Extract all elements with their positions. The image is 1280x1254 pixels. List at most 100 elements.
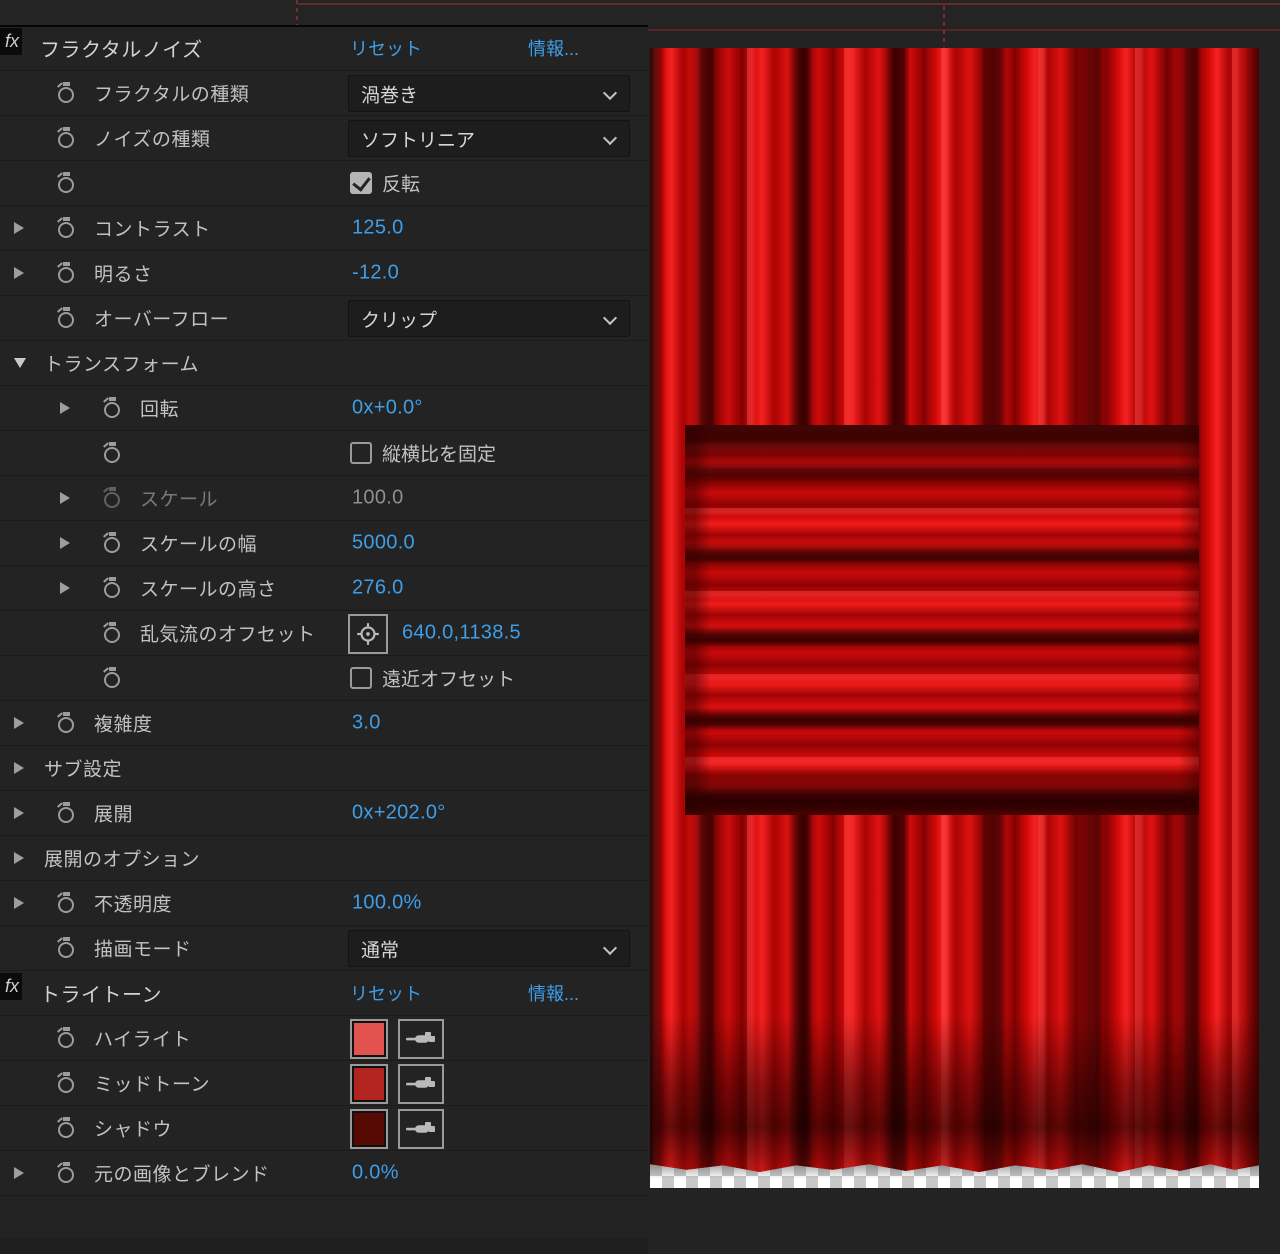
point-picker-button[interactable]	[348, 614, 388, 654]
twirl-right-icon[interactable]	[60, 402, 70, 414]
twirl-right-icon[interactable]	[14, 897, 24, 909]
property-value[interactable]: 640.0,1138.5	[402, 622, 521, 645]
stopwatch-icon[interactable]	[103, 621, 123, 645]
evolution-options-group-row: 展開のオプション	[0, 836, 648, 881]
group-label: サブ設定	[44, 755, 122, 782]
noise-type-dropdown[interactable]: ソフトリニア	[348, 120, 630, 157]
panel-footer	[0, 1222, 648, 1254]
property-label: オーバーフロー	[94, 305, 229, 332]
twirl-right-icon[interactable]	[14, 222, 24, 234]
fractal-type-row: フラクタルの種類 渦巻き	[0, 71, 648, 116]
red-curtain-image	[650, 48, 1259, 1172]
property-label: 展開	[94, 800, 133, 827]
property-value[interactable]: 0x+0.0°	[352, 397, 423, 420]
property-label: 描画モード	[94, 935, 192, 962]
composition-viewport[interactable]	[648, 26, 1280, 1254]
reset-button[interactable]: リセット	[350, 980, 422, 1006]
fractal-type-dropdown[interactable]: 渦巻き	[348, 75, 630, 112]
red-curtain-horizontal-band	[685, 425, 1199, 815]
chevron-down-icon	[603, 311, 617, 325]
twirl-right-icon[interactable]	[14, 762, 24, 774]
swatch-color	[354, 1023, 384, 1055]
property-value[interactable]: 5000.0	[352, 532, 415, 555]
fractal-noise-effect-header: fx フラクタルノイズ リセット 情報...	[0, 26, 648, 71]
stopwatch-icon[interactable]	[57, 801, 77, 825]
scale-height-row: スケールの高さ 276.0	[0, 566, 648, 611]
eyedropper-button[interactable]	[398, 1064, 444, 1104]
shadows-color-swatch[interactable]	[350, 1109, 388, 1149]
twirl-right-icon[interactable]	[60, 537, 70, 549]
stopwatch-icon[interactable]	[57, 1071, 77, 1095]
highlights-row: ハイライト	[0, 1016, 648, 1061]
stopwatch-icon[interactable]	[103, 441, 123, 465]
property-value[interactable]: 3.0	[352, 712, 381, 735]
twirl-down-icon[interactable]	[14, 358, 26, 368]
checkbox-label: 反転	[382, 170, 420, 197]
lock-aspect-checkbox[interactable]	[350, 442, 372, 464]
midtones-color-swatch[interactable]	[350, 1064, 388, 1104]
rotation-row: 回転 0x+0.0°	[0, 386, 648, 431]
property-label: シャドウ	[94, 1115, 172, 1142]
effect-title: フラクタルノイズ	[40, 34, 203, 63]
property-value[interactable]: 125.0	[352, 217, 404, 240]
property-value[interactable]: 0.0%	[352, 1162, 399, 1185]
stopwatch-icon[interactable]	[57, 261, 77, 285]
chevron-down-icon	[603, 941, 617, 955]
stopwatch-icon[interactable]	[57, 1161, 77, 1185]
twirl-right-icon[interactable]	[60, 492, 70, 504]
stopwatch-icon[interactable]	[103, 576, 123, 600]
invert-checkbox[interactable]	[350, 172, 372, 194]
stopwatch-icon[interactable]	[57, 891, 77, 915]
property-label: 明るさ	[94, 260, 153, 287]
stopwatch-icon[interactable]	[57, 126, 77, 150]
property-value[interactable]: 100.0%	[352, 892, 422, 915]
stopwatch-icon[interactable]	[103, 666, 123, 690]
twirl-right-icon[interactable]	[14, 717, 24, 729]
twirl-right-icon[interactable]	[14, 267, 24, 279]
eyedropper-button[interactable]	[398, 1109, 444, 1149]
fx-badge-icon[interactable]: fx	[0, 973, 22, 1000]
stopwatch-icon[interactable]	[103, 396, 123, 420]
twirl-right-icon[interactable]	[14, 1167, 24, 1179]
shadows-row: シャドウ	[0, 1106, 648, 1151]
fx-badge-icon[interactable]: fx	[0, 28, 22, 55]
stopwatch-icon[interactable]	[57, 1026, 77, 1050]
lock-aspect-row: 縦横比を固定	[0, 431, 648, 476]
twirl-right-icon[interactable]	[14, 852, 24, 864]
twirl-right-icon[interactable]	[14, 807, 24, 819]
stopwatch-icon[interactable]	[103, 531, 123, 555]
stopwatch-icon[interactable]	[57, 711, 77, 735]
guide-line-horizontal-second	[648, 29, 1280, 31]
property-value[interactable]: 0x+202.0°	[352, 802, 446, 825]
reset-button[interactable]: リセット	[350, 35, 422, 61]
property-label: 複雑度	[94, 710, 153, 737]
eyedropper-button[interactable]	[398, 1019, 444, 1059]
dropdown-value: 通常	[361, 935, 399, 962]
stopwatch-icon[interactable]	[57, 81, 77, 105]
scale-row: スケール 100.0	[0, 476, 648, 521]
stopwatch-icon[interactable]	[57, 936, 77, 960]
eyedropper-icon	[405, 1119, 437, 1139]
blend-mode-dropdown[interactable]: 通常	[348, 930, 630, 967]
twirl-right-icon[interactable]	[60, 582, 70, 594]
info-button[interactable]: 情報...	[528, 35, 579, 61]
transform-group-row: トランスフォーム	[0, 341, 648, 386]
property-value[interactable]: 276.0	[352, 577, 404, 600]
stopwatch-icon[interactable]	[57, 306, 77, 330]
stopwatch-icon[interactable]	[57, 171, 77, 195]
property-label: 回転	[140, 395, 179, 422]
property-label: スケールの高さ	[140, 575, 277, 602]
highlights-color-swatch[interactable]	[350, 1019, 388, 1059]
stopwatch-icon[interactable]	[57, 216, 77, 240]
perspective-offset-checkbox[interactable]	[350, 667, 372, 689]
info-button[interactable]: 情報...	[528, 980, 579, 1006]
property-value[interactable]: -12.0	[352, 262, 399, 285]
property-value: 100.0	[352, 487, 404, 510]
sub-settings-group-row: サブ設定	[0, 746, 648, 791]
stopwatch-icon[interactable]	[57, 1116, 77, 1140]
chevron-down-icon	[603, 131, 617, 145]
property-label: フラクタルの種類	[94, 80, 249, 107]
overflow-dropdown[interactable]: クリップ	[348, 300, 630, 337]
eyedropper-icon	[405, 1074, 437, 1094]
panel-top-border	[0, 25, 648, 27]
